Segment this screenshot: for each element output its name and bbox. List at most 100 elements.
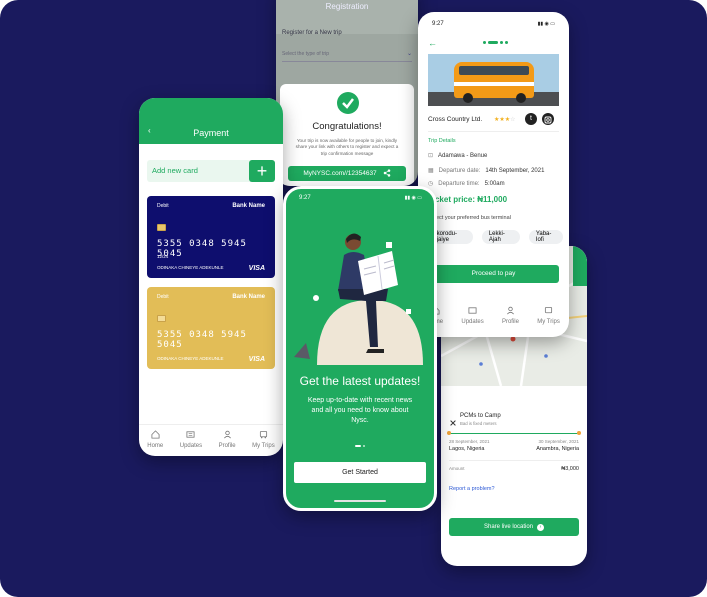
calendar-icon: ▦ bbox=[428, 168, 434, 174]
route-row: ⊡ Adamawa - Benue bbox=[428, 152, 488, 160]
user-icon bbox=[506, 306, 515, 317]
status-icons: ▮▮ ◉ ▭ bbox=[537, 21, 555, 27]
trip-tab-bar: Home Updates Profile My Trips bbox=[418, 306, 569, 325]
visa-logo: VISA bbox=[248, 265, 265, 272]
departure-date-label: Departure date: bbox=[438, 167, 481, 174]
amount-value: ₦3,000 bbox=[561, 466, 579, 472]
from-place: Lagos, Nigeria bbox=[449, 446, 485, 452]
user-icon bbox=[223, 430, 232, 441]
tab-label: My Trips bbox=[252, 443, 275, 449]
share-link-button[interactable]: MyNYSC.com//12354637 bbox=[288, 166, 406, 181]
card-holder: ODINAKA CHINEYE ADEKUNLE bbox=[157, 265, 224, 270]
share-live-location-button[interactable]: Share live location › bbox=[449, 518, 579, 536]
reading-man-illustration bbox=[292, 225, 430, 365]
back-arrow-icon[interactable]: ← bbox=[428, 38, 437, 48]
proceed-to-pay-button[interactable]: Proceed to pay bbox=[428, 265, 559, 283]
clock-icon: ◷ bbox=[428, 181, 434, 187]
tab-label: Home bbox=[147, 443, 164, 449]
trip-details-heading: Trip Details bbox=[428, 138, 456, 144]
card-holder: ODINAKA CHINEYE ADEKUNLE bbox=[157, 356, 224, 361]
card-chip-icon bbox=[157, 315, 166, 322]
chevron-down-icon: ⌄ bbox=[406, 51, 412, 57]
terminal-option[interactable]: Lekki-Ajah bbox=[481, 230, 520, 244]
tab-updates[interactable]: Updates bbox=[180, 430, 202, 449]
plus-icon[interactable]: + bbox=[249, 160, 275, 182]
trip-type-placeholder: Select the type of trip bbox=[282, 50, 329, 57]
route-icon bbox=[449, 414, 457, 426]
departure-date-row: ▦ Departure date: 14th September, 2021 bbox=[428, 167, 545, 175]
newspaper-icon bbox=[186, 430, 195, 441]
trip-type-select[interactable]: Select the type of trip ⌄ bbox=[282, 46, 412, 62]
route-info: PCMs to Camp Bad is fixed meters 28 Sept… bbox=[441, 408, 587, 478]
departure-date: 14th September, 2021 bbox=[485, 167, 545, 174]
ticket-price-value: ₦11,000 bbox=[477, 195, 508, 204]
tab-label: Profile bbox=[218, 443, 236, 449]
departure-time-row: ◷ Departure time: 5:00am bbox=[428, 180, 505, 188]
check-circle-icon bbox=[337, 92, 359, 114]
card-type: Debit bbox=[157, 203, 169, 209]
departure-time: 5:00am bbox=[484, 180, 505, 187]
bus-icon bbox=[544, 306, 553, 317]
arrow-right-circle-icon: › bbox=[537, 523, 545, 531]
card-bank: Bank Name bbox=[232, 203, 265, 209]
tab-label: Updates bbox=[179, 443, 203, 449]
onboarding-heading: Get the latest updates! bbox=[299, 374, 421, 388]
terminal-option[interactable]: Yaba-Iofi bbox=[528, 230, 564, 244]
departure-time-label: Departure time: bbox=[438, 180, 480, 187]
card-type: Debit bbox=[157, 294, 169, 300]
home-indicator bbox=[334, 500, 386, 502]
share-icon bbox=[383, 168, 391, 179]
tab-label: My Trips bbox=[537, 319, 560, 325]
route-text: Adamawa - Benue bbox=[438, 152, 488, 159]
from-date: 28 September, 2021 bbox=[449, 439, 490, 444]
newspaper-icon bbox=[468, 306, 477, 317]
onboarding-body: Keep up-to-date with recent news and all… bbox=[307, 397, 413, 425]
ticket-price: Ticket price: ₦11,000 bbox=[428, 195, 507, 204]
bus-photo bbox=[428, 54, 559, 106]
status-icons: ▮▮ ◉ ▭ bbox=[404, 195, 422, 201]
debit-card-blue[interactable]: Debit Bank Name 5355 0348 5945 5045 12/2… bbox=[147, 196, 275, 278]
add-card-row[interactable]: Add new card + bbox=[147, 160, 275, 182]
card-number: 5355 0348 5945 5045 bbox=[157, 239, 247, 259]
dialog-title: Congratulations! bbox=[312, 121, 382, 132]
tab-updates[interactable]: Updates bbox=[461, 306, 484, 325]
card-chip-icon bbox=[157, 224, 166, 231]
report-problem-link[interactable]: Report a problem? bbox=[449, 486, 495, 492]
congratulations-dialog: Congratulations! Your trip is now availa… bbox=[280, 84, 414, 186]
to-place: Anambra, Nigeria bbox=[536, 446, 579, 452]
company-name: Cross Country Ltd. bbox=[428, 116, 483, 123]
trip-details-screen: 9:27 ▮▮ ◉ ▭ ← Cross Country Ltd. ★★★☆ t … bbox=[418, 12, 569, 337]
showcase-canvas: Registration Register for a New trip Sel… bbox=[0, 0, 707, 597]
pager-dots bbox=[355, 445, 365, 447]
carousel-dots bbox=[483, 41, 508, 44]
twitter-icon[interactable]: t bbox=[525, 113, 537, 125]
card-bank: Bank Name bbox=[232, 294, 265, 300]
registration-title: Registration bbox=[325, 2, 369, 11]
registration-label: Register for a New trip bbox=[282, 30, 342, 36]
tab-profile[interactable]: Profile bbox=[219, 430, 236, 449]
amount-label: Amount bbox=[449, 466, 465, 471]
route-title: PCMs to Camp bbox=[460, 413, 501, 419]
payment-screen: ‹ Payment Add new card + Debit Bank Name… bbox=[139, 98, 283, 456]
tab-my-trips[interactable]: My Trips bbox=[252, 430, 275, 449]
tab-label: Profile bbox=[501, 319, 519, 325]
payment-tab-bar: Home Updates Profile My Trips bbox=[139, 430, 283, 449]
tab-profile[interactable]: Profile bbox=[502, 306, 519, 325]
payment-title: Payment bbox=[193, 128, 229, 138]
dialog-text: Your trip is now available for people to… bbox=[295, 138, 399, 156]
get-started-button[interactable]: Get Started bbox=[294, 462, 426, 483]
add-card-label: Add new card bbox=[152, 166, 198, 175]
instagram-icon[interactable] bbox=[542, 113, 554, 125]
onboarding-screen: 9:27 ▮▮ ◉ ▭ Get the latest updates! Keep… bbox=[283, 186, 437, 511]
debit-card-gold[interactable]: Debit Bank Name 5355 0348 5945 5045 ODIN… bbox=[147, 287, 275, 369]
share-location-label: Share live location bbox=[483, 524, 534, 530]
status-time: 9:27 bbox=[299, 195, 311, 201]
bus-icon bbox=[259, 430, 268, 441]
tab-home[interactable]: Home bbox=[147, 430, 163, 449]
to-date: 30 September, 2021 bbox=[538, 439, 579, 444]
rating-stars: ★★★☆ bbox=[494, 117, 516, 123]
terminal-options: Ikorodu-Ijaiye Lekki-Ajah Yaba-Iofi bbox=[428, 230, 564, 244]
registration-screen: Registration Register for a New trip Sel… bbox=[276, 0, 418, 186]
status-time: 9:27 bbox=[432, 21, 444, 27]
tab-my-trips[interactable]: My Trips bbox=[537, 306, 560, 325]
